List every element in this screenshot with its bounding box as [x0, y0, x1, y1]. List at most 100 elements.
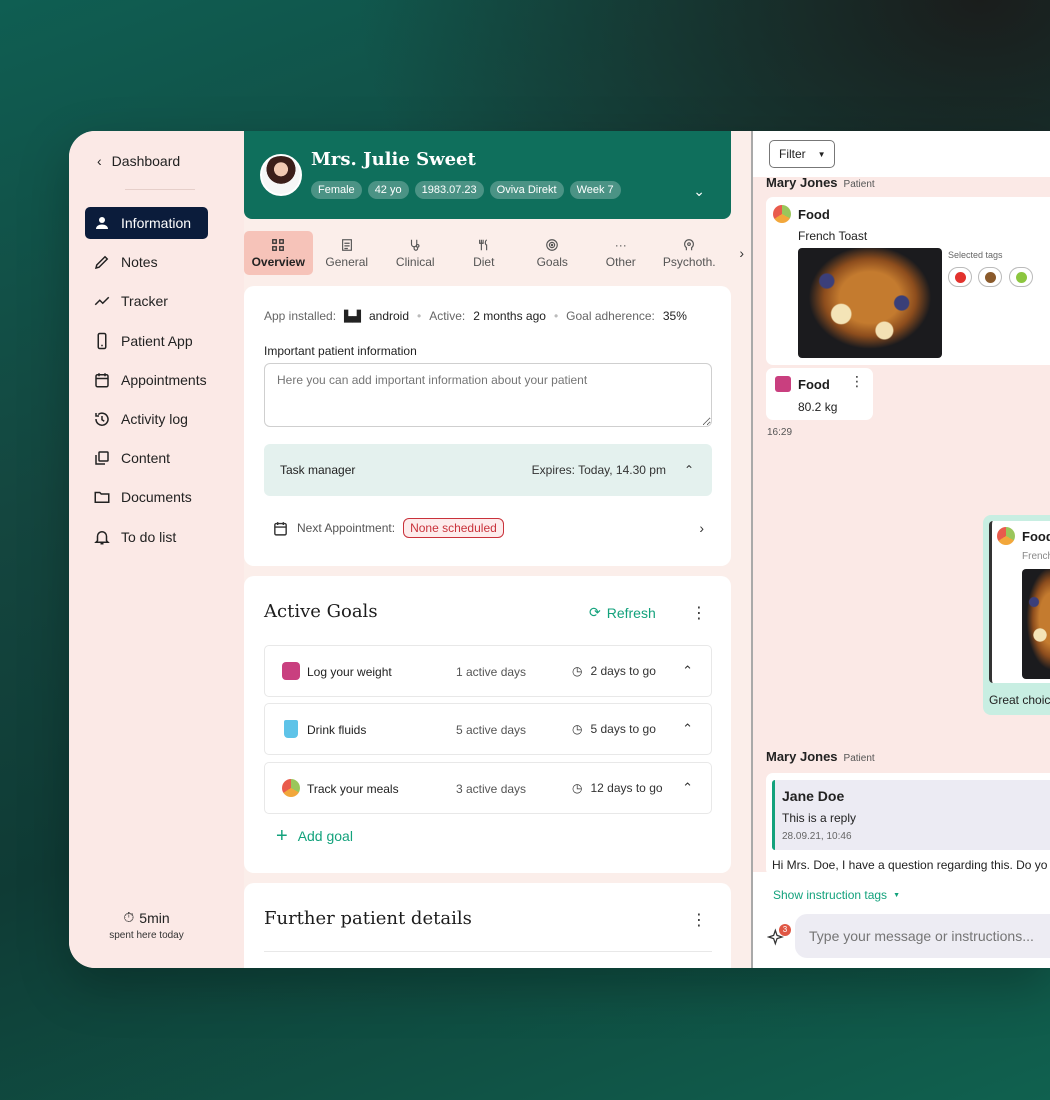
goal-row[interactable]: Drink fluids 5 active days ◷ 5 days to go… [264, 703, 712, 755]
sidebar-item-appointments[interactable]: Appointments [85, 364, 208, 396]
meal-photo[interactable] [798, 248, 942, 358]
more-options-icon[interactable]: ⋮ [691, 910, 707, 930]
sidebar-item-to-do-list[interactable]: To do list [85, 521, 208, 553]
sidebar-item-patient-app[interactable]: Patient App [85, 325, 208, 357]
section-title: Active Goals [264, 601, 378, 622]
chevron-up-icon[interactable]: ⌃ [684, 463, 694, 477]
quote-author: Jane Doe [782, 788, 845, 804]
apple-tag-icon [948, 267, 972, 287]
message-title: Food [1022, 529, 1050, 544]
tab-goals[interactable]: Goals [518, 231, 587, 275]
sidebar-item-content[interactable]: Content [85, 442, 208, 474]
filter-dropdown[interactable]: Filter ▼ [769, 140, 835, 168]
important-info-field[interactable] [264, 363, 712, 427]
chevron-right-icon[interactable]: › [739, 245, 744, 261]
more-options-icon[interactable]: ⋮ [1046, 202, 1050, 219]
quote-timestamp: 28.09.21, 10:46 [782, 831, 852, 842]
more-options-icon[interactable]: ⋮ [850, 373, 864, 390]
scale-icon [282, 662, 300, 680]
sidebar-item-label: Tracker [121, 293, 168, 310]
tags-label: Selected tags [948, 250, 1003, 260]
goal-active-days: 1 active days [456, 665, 527, 679]
person-icon [96, 217, 108, 229]
sidebar-item-activity-log[interactable]: Activity log [85, 403, 208, 435]
tab-general[interactable]: General [313, 231, 382, 275]
filter-label: Filter [779, 147, 806, 161]
patient-chips: Female 42 yo 1983.07.23 Oviva Direkt Wee… [311, 181, 621, 199]
bread-tag-icon [978, 267, 1003, 287]
time-spent-value: 5min [139, 909, 170, 926]
message-input[interactable] [795, 914, 1050, 958]
weight-log-message[interactable]: Food 80.2 kg ⋮ [766, 368, 873, 420]
message-sender: Mary Jones Patient [766, 175, 875, 190]
goal-row[interactable]: Log your weight 1 active days ◷ 2 days to… [264, 645, 712, 697]
instruction-tags-toggle[interactable]: Show instruction tags ▼ [773, 888, 900, 902]
clock-icon: ◷ [572, 722, 583, 736]
add-goal-label: Add goal [297, 828, 353, 844]
message-text: Hi Mrs. Doe, I have a question regarding… [772, 858, 1048, 872]
tab-label: Other [605, 254, 636, 269]
calendar-icon [95, 373, 109, 388]
gender-chip: Female [311, 181, 362, 199]
chevron-up-icon[interactable]: ⌃ [682, 721, 693, 737]
chevron-down-icon[interactable]: ⌄ [693, 183, 705, 200]
chevron-up-icon[interactable]: ⌃ [682, 780, 693, 796]
tag-list [948, 267, 1035, 292]
active-value: 2 months ago [473, 309, 546, 323]
sidebar-item-documents[interactable]: Documents [85, 481, 208, 513]
tab-bar: Overview General Clinical Diet Goals ···… [244, 231, 751, 276]
food-log-message[interactable]: Food French Toast Selected tags ⋮ [766, 197, 1050, 365]
content-icon [95, 451, 109, 465]
app-window: ‹ Dashboard Information Notes Tracker Pa… [69, 131, 1050, 968]
sidebar-item-tracker[interactable]: Tracker [85, 285, 208, 317]
sidebar-item-label: Information [121, 215, 192, 231]
goal-days-to-go: 12 days to go [590, 781, 663, 795]
next-appointment-label: Next Appointment: [297, 521, 396, 535]
more-options-icon[interactable]: ⋮ [691, 603, 707, 623]
refresh-button[interactable]: ⟳ Refresh [589, 604, 656, 621]
task-manager-label: Task manager [280, 463, 356, 477]
chat-toolbar: Filter ▼ [753, 131, 1050, 177]
tab-psychotherapy[interactable]: Psychoth. [655, 231, 724, 275]
back-to-dashboard-link[interactable]: ‹ Dashboard [97, 153, 180, 169]
sender-name: Mary Jones [766, 749, 838, 764]
tab-diet[interactable]: Diet [450, 231, 519, 275]
message-title: Food [798, 207, 830, 222]
chevron-up-icon[interactable]: ⌃ [682, 663, 693, 679]
task-manager[interactable]: Task manager Expires: Today, 14.30 pm ⌃ [264, 444, 712, 496]
composer: Show instruction tags ▼ 3 [753, 872, 1050, 968]
patient-header: Mrs. Julie Sweet Female 42 yo 1983.07.23… [244, 131, 731, 219]
meal-photo [1022, 569, 1050, 679]
phone-icon [97, 332, 107, 349]
sender-role: Patient [843, 179, 875, 190]
sidebar-item-notes[interactable]: Notes [85, 246, 208, 278]
next-appointment-row[interactable]: Next Appointment: None scheduled › [272, 518, 704, 538]
reply-message[interactable]: Jane Doe This is a reply 28.09.21, 10:46… [766, 773, 1050, 876]
goal-name: Drink fluids [307, 723, 367, 737]
outgoing-message[interactable]: Food French Great choic [983, 515, 1050, 715]
clock-icon: ◷ [572, 781, 583, 795]
tab-label: Psychoth. [662, 254, 716, 269]
tab-label: Overview [251, 254, 305, 269]
goal-days-to-go: 2 days to go [590, 664, 656, 678]
target-icon [546, 238, 559, 251]
tab-label: General [325, 254, 369, 269]
tab-clinical[interactable]: Clinical [381, 231, 450, 275]
adherence-label: Goal adherence: [566, 309, 655, 323]
goal-active-days: 3 active days [456, 782, 527, 796]
goal-row[interactable]: Track your meals 3 active days ◷ 12 days … [264, 762, 712, 814]
chevron-right-icon[interactable]: › [699, 520, 704, 536]
tab-overview[interactable]: Overview [244, 231, 313, 275]
sidebar-nav: Information Notes Tracker Patient App Ap… [85, 207, 208, 560]
tab-other[interactable]: ··· Other [587, 231, 656, 275]
sidebar-item-label: Activity log [121, 410, 188, 427]
separator-dot: • [417, 309, 422, 323]
meal-name: French [1022, 551, 1050, 562]
add-goal-button[interactable]: + Add goal [276, 826, 353, 846]
goal-name: Log your weight [307, 665, 392, 679]
document-icon [341, 238, 352, 251]
sidebar-item-information[interactable]: Information [85, 207, 208, 239]
time-spent: ⏱ 5min spent here today [69, 909, 224, 941]
message-timestamp: 16:29 [767, 427, 793, 438]
sidebar-item-label: To do list [121, 528, 177, 545]
